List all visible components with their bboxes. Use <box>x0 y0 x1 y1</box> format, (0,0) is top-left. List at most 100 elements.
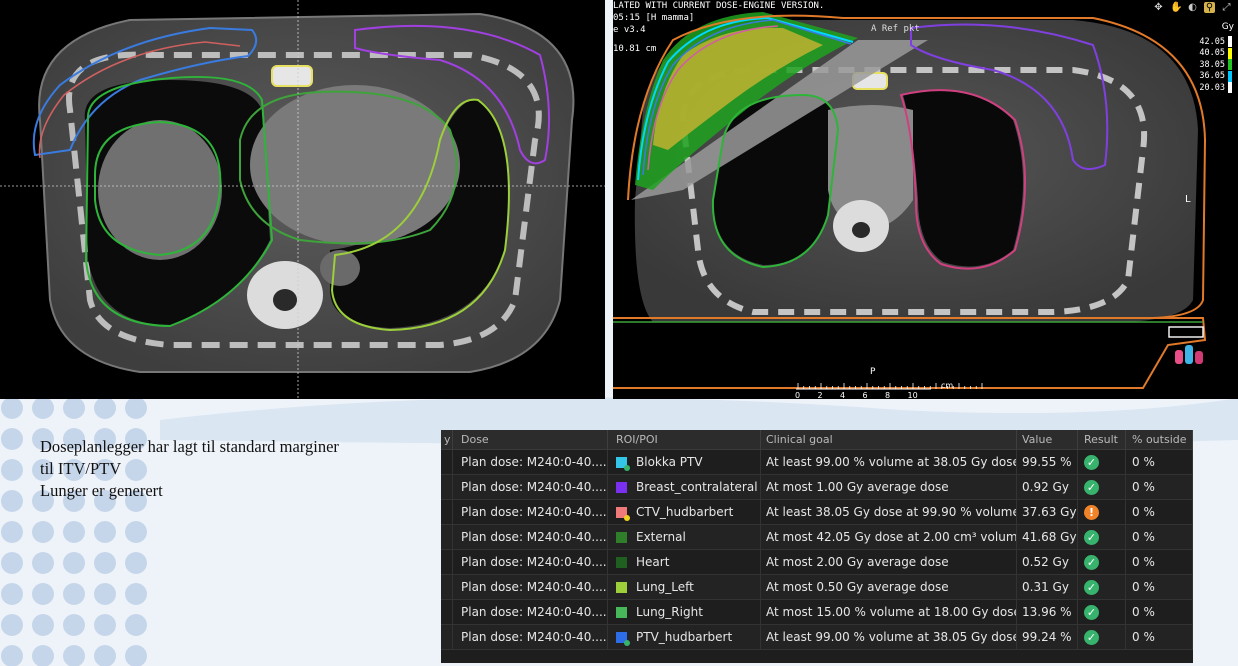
roi-name: Heart <box>636 555 670 569</box>
table-outline <box>613 317 1207 389</box>
column-header-value[interactable]: Value <box>1017 430 1078 449</box>
outside-cell: 0 % <box>1126 625 1193 649</box>
value-cell: 0.92 Gy <box>1017 475 1078 499</box>
move-icon[interactable]: ✥ <box>1153 2 1164 13</box>
background-dot <box>125 521 147 543</box>
table-header: y Dose ROI/POI Clinical goal Value Resul… <box>441 430 1193 450</box>
aorta <box>320 250 360 286</box>
scale-tick-label: 4 <box>840 391 846 399</box>
roi-cell: Lung_Left <box>608 575 761 599</box>
check-circle-icon: ✓ <box>1084 530 1099 545</box>
roi-type-marker-icon <box>624 514 630 521</box>
value-cell: 13.96 % <box>1017 600 1078 624</box>
value-cell: 99.55 % <box>1017 450 1078 474</box>
background-dot <box>32 552 54 574</box>
background-dot <box>1 521 23 543</box>
result-cell: ✓ <box>1078 475 1126 499</box>
fullscreen-icon[interactable]: ⤢ <box>1221 2 1232 13</box>
check-circle-icon: ✓ <box>1084 455 1099 470</box>
background-dot <box>1 614 23 636</box>
value-cell: 99.24 % <box>1017 625 1078 649</box>
result-cell: ✓ <box>1078 575 1126 599</box>
background-dot <box>63 397 85 419</box>
table-row[interactable]: Plan dose: M240:0-40.... CTV_hudbarbert At… <box>441 500 1193 525</box>
column-header-result[interactable]: Result <box>1078 430 1126 449</box>
dose-level-value: 40.05 <box>1199 48 1225 59</box>
background-dot <box>1 397 23 419</box>
background-dot <box>63 614 85 636</box>
roi-cell: CTV_hudbarbert <box>608 500 761 524</box>
background-dot <box>94 552 116 574</box>
roi-name: Lung_Right <box>636 605 703 619</box>
background-dot <box>125 614 147 636</box>
check-circle-icon: ✓ <box>1084 630 1099 645</box>
contrast-icon[interactable]: ◐ <box>1187 2 1198 13</box>
zoom-icon[interactable]: ⚲ <box>1204 2 1215 13</box>
dose-legend: 42.05 40.05 38.05 36.05 20.03 <box>1199 36 1232 94</box>
check-circle-icon: ✓ <box>1084 555 1099 570</box>
orientation-left-label: L <box>1185 194 1191 205</box>
clinical-goal-cell: At most 0.50 Gy average dose <box>761 575 1017 599</box>
roi-name: External <box>636 530 686 544</box>
clinical-goal-cell: At most 15.00 % volume at 18.00 Gy dose <box>761 600 1017 624</box>
row-spacer <box>441 500 453 524</box>
roi-color-icon <box>616 606 627 618</box>
heart-region <box>250 85 460 245</box>
ct-axial-view-left[interactable] <box>0 0 605 399</box>
table-row[interactable]: Plan dose: M240:0-40.... Lung_Left At most… <box>441 575 1193 600</box>
background-dot <box>94 614 116 636</box>
dose-cell: Plan dose: M240:0-40.... <box>453 525 608 549</box>
engine-version: e v3.4 <box>613 25 646 35</box>
column-header-y[interactable]: y <box>441 430 453 449</box>
column-header-goal[interactable]: Clinical goal <box>761 430 1017 449</box>
table-row[interactable]: Plan dose: M240:0-40.... PTV_hudbarbert At… <box>441 625 1193 650</box>
table-row[interactable]: Plan dose: M240:0-40.... Breast_contralat… <box>441 475 1193 500</box>
dose-level-value: 38.05 <box>1199 59 1225 70</box>
row-spacer <box>441 450 453 474</box>
liver <box>98 120 222 260</box>
table-row[interactable]: Plan dose: M240:0-40.... External At most … <box>441 525 1193 550</box>
roi-cell: Lung_Right <box>608 600 761 624</box>
roi-name: Blokka PTV <box>636 455 703 469</box>
note-line: Lunger er generert <box>40 481 163 500</box>
background-dot <box>32 397 54 419</box>
background-dot <box>1 428 23 450</box>
roi-name: CTV_hudbarbert <box>636 505 734 519</box>
table-row[interactable]: Plan dose: M240:0-40.... Lung_Right At mos… <box>441 600 1193 625</box>
dose-legend-row: 42.05 <box>1199 36 1232 48</box>
column-header-dose[interactable]: Dose <box>453 430 608 449</box>
sternum <box>271 65 313 87</box>
table-row[interactable]: Plan dose: M240:0-40.... Blokka PTV At lea… <box>441 450 1193 475</box>
column-header-outside[interactable]: % outside <box>1126 430 1193 449</box>
result-cell: ✓ <box>1078 550 1126 574</box>
background-dot <box>125 583 147 605</box>
dose-legend-row: 36.05 <box>1199 70 1232 83</box>
scale-unit-label: cm <box>941 381 954 390</box>
background-dot <box>1 583 23 605</box>
plan-time: 05:15 [H mamma] <box>613 13 695 23</box>
row-spacer <box>441 475 453 499</box>
warning-circle-icon: ! <box>1084 505 1099 520</box>
roi-color-icon <box>616 456 630 471</box>
value-cell: 37.63 Gy <box>1017 500 1078 524</box>
outside-cell: 0 % <box>1126 550 1193 574</box>
hand-icon[interactable]: ✋ <box>1170 2 1182 13</box>
column-header-roi[interactable]: ROI/POI <box>608 430 761 449</box>
clinical-goals-table: y Dose ROI/POI Clinical goal Value Resul… <box>441 430 1193 663</box>
outside-cell: 0 % <box>1126 475 1193 499</box>
dose-level-value: 42.05 <box>1199 36 1225 47</box>
dose-cell: Plan dose: M240:0-40.... <box>453 500 608 524</box>
spinal-canal <box>852 222 870 238</box>
table-row[interactable]: Plan dose: M240:0-40.... Heart At most 2.0… <box>441 550 1193 575</box>
background-dot <box>94 397 116 419</box>
clinical-goal-cell: At least 99.00 % volume at 38.05 Gy dose <box>761 625 1017 649</box>
roi-type-marker-icon <box>624 639 630 646</box>
note-line: til ITV/PTV <box>40 459 122 478</box>
measure-marker <box>1168 326 1204 338</box>
dose-level-swatch <box>1228 36 1232 48</box>
outside-cell: 0 % <box>1126 575 1193 599</box>
scale-tick-label: 2 <box>817 391 823 399</box>
value-cell: 41.68 Gy <box>1017 525 1078 549</box>
ct-left-image <box>0 0 605 399</box>
ct-dose-view-right[interactable]: LATED WITH CURRENT DOSE-ENGINE VERSION. … <box>613 0 1238 399</box>
